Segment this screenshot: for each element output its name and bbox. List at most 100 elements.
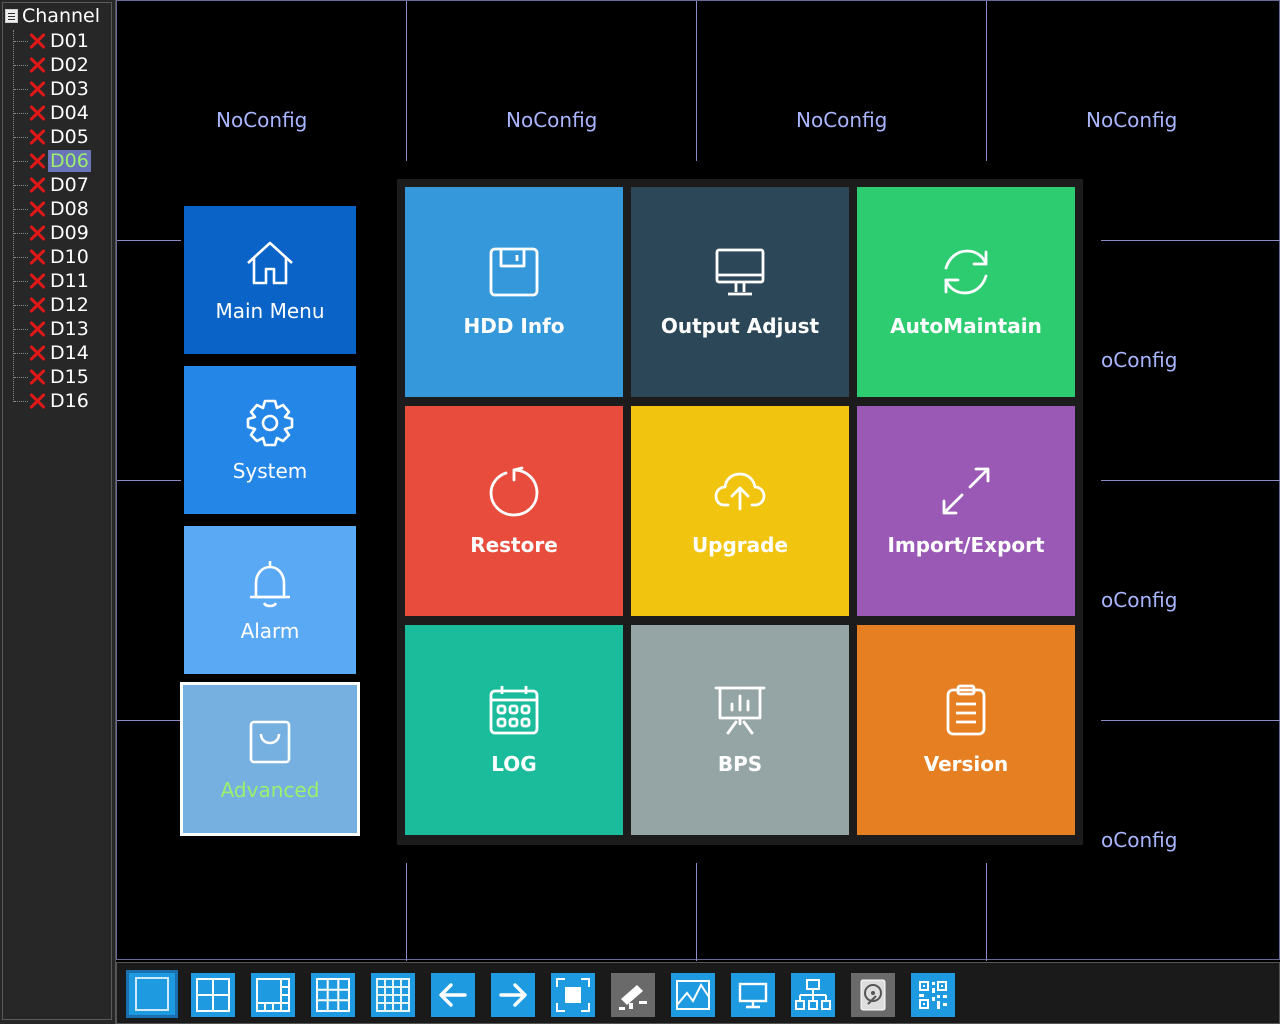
log-tile[interactable]: LOG [405, 625, 623, 835]
advanced-tile[interactable]: Advanced [180, 682, 360, 836]
quad-view-button[interactable] [191, 973, 235, 1017]
grid-divider [1101, 720, 1280, 721]
channel-item-d12[interactable]: D12 [14, 294, 91, 316]
grid-divider [406, 863, 407, 961]
automaintain-tile[interactable]: AutoMaintain [857, 187, 1075, 397]
channel-label: D06 [48, 150, 91, 172]
calendar-icon [489, 686, 539, 735]
disconnected-icon [28, 56, 46, 74]
qr-code-button[interactable] [911, 973, 955, 1017]
network-button[interactable] [791, 973, 835, 1017]
channel-label: D12 [50, 294, 89, 316]
version-tile[interactable]: Version [857, 625, 1075, 835]
previous-button[interactable] [431, 973, 475, 1017]
tile-label: Upgrade [691, 533, 789, 557]
channel-item-d07[interactable]: D07 [14, 174, 91, 196]
disconnected-icon [28, 296, 46, 314]
bell-icon [250, 561, 290, 608]
sixteen-view-button[interactable] [371, 973, 415, 1017]
channel-item-d03[interactable]: D03 [14, 78, 91, 100]
channel-item-d02[interactable]: D02 [14, 54, 91, 76]
channel-tree-root[interactable]: Channel [5, 5, 100, 27]
next-button[interactable] [491, 973, 535, 1017]
disconnected-icon [28, 104, 46, 122]
channel-item-d04[interactable]: D04 [14, 102, 91, 124]
channel-item-d05[interactable]: D05 [14, 126, 91, 148]
disconnected-icon [28, 248, 46, 266]
bps-tile[interactable]: BPS [631, 625, 849, 835]
tree-connector [14, 400, 28, 402]
disconnected-icon [28, 320, 46, 338]
channel-item-d01[interactable]: D01 [14, 30, 91, 52]
tile-label: LOG [491, 752, 537, 776]
channel-label: D15 [50, 366, 89, 388]
nine-view-button[interactable] [311, 973, 355, 1017]
tile-label: BPS [717, 752, 763, 776]
hdd-button[interactable] [851, 973, 895, 1017]
disconnected-icon [28, 392, 46, 410]
floppy-icon [489, 247, 539, 297]
noconfig-label: oConfig [1101, 828, 1178, 852]
channel-label: D16 [50, 390, 89, 412]
tile-label: Version [923, 752, 1009, 776]
tree-connector [14, 160, 28, 162]
restore-icon [489, 466, 539, 517]
tree-connector [14, 112, 28, 114]
noconfig-label: NoConfig [796, 108, 888, 132]
display-button[interactable] [731, 973, 775, 1017]
chart-button[interactable] [671, 973, 715, 1017]
channel-sidebar: Channel D01 D02 D03 D04 D05 D06 D07 D08 D09 D10 D1… [0, 0, 116, 1024]
tree-connector [14, 208, 28, 210]
single-view-button[interactable] [126, 970, 178, 1018]
tree-connector [14, 40, 28, 42]
monitor-icon [715, 248, 765, 296]
presentation-chart-icon [714, 686, 766, 735]
qr-code-icon [919, 981, 947, 1009]
alarm-tile[interactable]: Alarm [184, 526, 356, 674]
cloud-upload-icon [714, 472, 766, 511]
fullscreen-button[interactable] [551, 973, 595, 1017]
single-view-icon [135, 977, 169, 1011]
channel-item-d11[interactable]: D11 [14, 270, 91, 292]
tree-connector [14, 280, 28, 282]
home-icon [247, 241, 293, 285]
eight-view-button[interactable] [251, 973, 295, 1017]
hdd-info-tile[interactable]: HDD Info [405, 187, 623, 397]
system-label: System [232, 459, 308, 483]
channel-item-d09[interactable]: D09 [14, 222, 91, 244]
output-adjust-tile[interactable]: Output Adjust [631, 187, 849, 397]
grid-divider [1101, 480, 1280, 481]
tree-connector [14, 136, 28, 138]
channel-item-d06[interactable]: D06 [14, 150, 91, 172]
expand-arrows-icon [942, 467, 990, 515]
disconnected-icon [28, 128, 46, 146]
monitor-icon [738, 982, 768, 1009]
channel-label: D08 [50, 198, 89, 220]
channel-item-d14[interactable]: D14 [14, 342, 91, 364]
quad-view-icon [196, 978, 230, 1012]
channel-item-d16[interactable]: D16 [14, 390, 91, 412]
restore-tile[interactable]: Restore [405, 406, 623, 616]
tree-connector [14, 328, 28, 330]
system-tile[interactable]: System [184, 366, 356, 514]
eight-view-icon [256, 978, 290, 1012]
disconnected-icon [28, 368, 46, 386]
channel-label: D10 [50, 246, 89, 268]
hdd-icon [860, 979, 886, 1011]
advanced-label: Advanced [220, 778, 320, 802]
channel-item-d13[interactable]: D13 [14, 318, 91, 340]
ptz-button[interactable] [611, 973, 655, 1017]
bag-icon [249, 720, 291, 764]
ptz-camera-icon [619, 985, 647, 1010]
tree-connector [14, 64, 28, 66]
advanced-menu-panel: HDD Info Output Adjust AutoMaintain Rest… [397, 179, 1083, 845]
tile-label: Import/Export [887, 533, 1045, 557]
channel-label: D01 [50, 30, 89, 52]
channel-item-d15[interactable]: D15 [14, 366, 91, 388]
main-menu-tile[interactable]: Main Menu [184, 206, 356, 354]
channel-item-d08[interactable]: D08 [14, 198, 91, 220]
refresh-icon [944, 249, 988, 295]
import-export-tile[interactable]: Import/Export [857, 406, 1075, 616]
channel-item-d10[interactable]: D10 [14, 246, 91, 268]
upgrade-tile[interactable]: Upgrade [631, 406, 849, 616]
